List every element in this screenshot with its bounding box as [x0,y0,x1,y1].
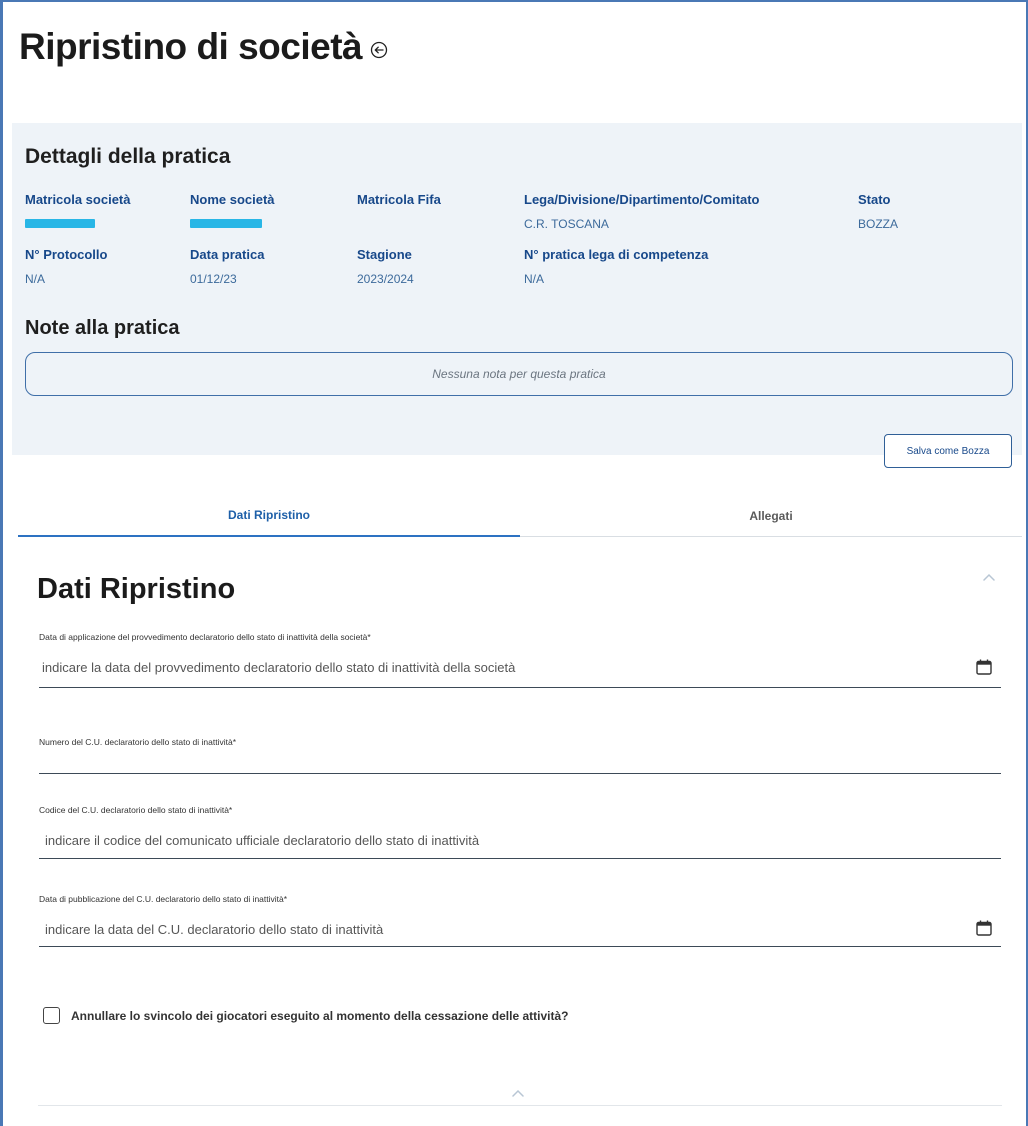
notes-section-title: Note alla pratica [25,317,180,339]
field-protocollo: N° Protocollo N/A [25,247,107,286]
field-value-redacted [190,217,275,231]
numero-cu-field[interactable]: Numero del C.U. declaratorio dello stato… [39,737,1001,775]
field-label: Lega/Divisione/Dipartimento/Comitato [524,192,760,207]
field-matricola-fifa: Matricola Fifa [357,192,441,217]
field-label: N° pratica lega di competenza [524,247,709,262]
input-label: Numero del C.U. declaratorio dello stato… [39,737,237,747]
annulla-svincolo-checkbox-row[interactable]: Annullare lo svincolo dei giocatori eseg… [43,1007,568,1024]
details-panel: Dettagli della pratica Matricola società… [12,123,1022,468]
input-placeholder: indicare il codice del comunicato uffici… [45,833,480,848]
notes-placeholder: Nessuna nota per questa pratica [432,367,606,381]
field-nome-societa: Nome società [190,192,275,231]
input-underline [39,946,1001,947]
field-value-redacted [25,217,131,231]
redaction-bar [25,219,95,228]
field-value: 2023/2024 [357,272,414,286]
field-value: C.R. TOSCANA [524,217,609,231]
field-matricola-societa: Matricola società [25,192,131,231]
page-title: Ripristino di società [19,26,388,68]
section-divider [38,1105,1002,1106]
field-value: 01/12/23 [190,272,237,286]
field-value: N/A [524,272,545,286]
field-label: Stato [858,192,891,207]
form-section-title: Dati Ripristino [37,573,236,605]
field-value: N/A [25,272,46,286]
date-pubblicazione-field[interactable]: Data di pubblicazione del C.U. declarato… [39,894,1001,948]
field-label: Stagione [357,247,412,262]
codice-cu-field[interactable]: Codice del C.U. declaratorio dello stato… [39,805,1001,860]
input-placeholder: indicare la data del C.U. declaratorio d… [45,922,384,937]
field-lega: Lega/Divisione/Dipartimento/Comitato C.R… [524,192,759,231]
redaction-bar [190,219,262,228]
field-label: N° Protocollo [25,247,108,262]
input-underline [39,773,1001,774]
field-stato: Stato BOZZA [858,192,898,231]
calendar-icon[interactable] [975,919,993,937]
field-label: Matricola Fifa [357,192,441,207]
field-label: Matricola società [25,192,131,207]
field-pratica-lega: N° pratica lega di competenza N/A [524,247,708,286]
checkbox-label: Annullare lo svincolo dei giocatori eseg… [71,1008,569,1023]
back-arrow-icon[interactable] [370,41,388,59]
chevron-up-icon[interactable] [512,1089,524,1097]
input-placeholder: indicare la data del provvedimento decla… [42,660,516,675]
details-section-title: Dettagli della pratica [25,145,231,168]
chevron-up-icon[interactable] [983,573,995,581]
notes-textarea[interactable]: Nessuna nota per questa pratica [25,352,1013,396]
annulla-svincolo-checkbox[interactable] [43,1007,60,1024]
calendar-icon[interactable] [975,658,993,676]
tab-allegati[interactable]: Allegati [520,495,1022,537]
field-label: Data pratica [190,247,265,262]
input-label: Data di pubblicazione del C.U. declarato… [39,894,288,904]
page-title-text: Ripristino di società [19,26,363,67]
field-data-pratica: Data pratica 01/12/23 [190,247,264,286]
field-label: Nome società [190,192,275,207]
date-provvedimento-field[interactable]: Data di applicazione del provvedimento d… [39,632,1001,689]
save-draft-button[interactable]: Salva come Bozza [884,434,1012,468]
input-underline [39,687,1001,688]
tab-dati-ripristino[interactable]: Dati Ripristino [18,495,520,537]
input-label: Codice del C.U. declaratorio dello stato… [39,805,233,815]
input-underline [39,858,1001,859]
field-value: BOZZA [858,217,899,231]
tab-bar: Dati Ripristino Allegati [18,495,1022,537]
input-label: Data di applicazione del provvedimento d… [39,632,371,642]
field-stagione: Stagione 2023/2024 [357,247,414,286]
